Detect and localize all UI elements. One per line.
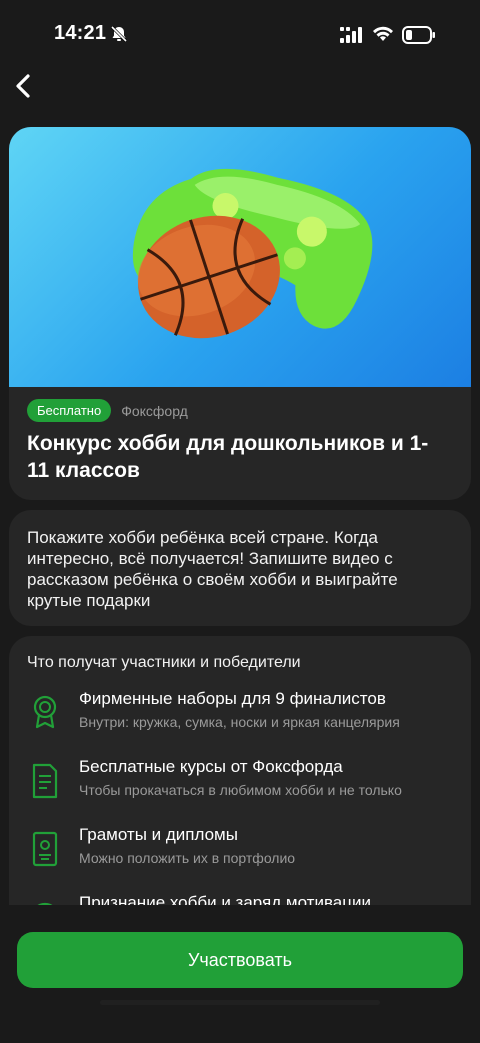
benefit-subtitle: Чтобы прокачаться в любимом хобби и не т… <box>79 782 402 798</box>
description-text: Покажите хобби ребёнка всей стране. Когд… <box>27 528 398 610</box>
participate-button[interactable]: Участвовать <box>17 932 463 988</box>
bell-muted-icon <box>110 25 128 43</box>
wifi-icon <box>373 26 393 41</box>
document-icon <box>32 763 58 799</box>
status-bar: 14:21 <box>0 0 480 72</box>
basketball-gamepad-illustration <box>132 168 373 339</box>
benefit-title: Бесплатные курсы от Фоксфорда <box>79 757 343 776</box>
page-title: Конкурс хобби для дошкольников и 1-11 кл… <box>27 432 429 482</box>
benefit-title: Фирменные наборы для 9 финалистов <box>79 689 386 708</box>
benefit-subtitle: Внутри: кружка, сумка, носки и яркая кан… <box>79 714 400 730</box>
signal-icon <box>340 27 362 43</box>
status-time: 14:21 <box>54 22 107 44</box>
battery-icon <box>402 26 435 44</box>
hero-card: Бесплатно Фоксфорд Конкурс хобби для дош… <box>9 127 471 500</box>
benefit-subtitle: Можно положить их в портфолио <box>79 850 296 866</box>
home-indicator <box>100 1000 380 1005</box>
back-chevron-icon[interactable] <box>12 72 36 100</box>
bottom-bar: Участвовать <box>0 905 480 1043</box>
description-card: Покажите хобби ребёнка всей стране. Когд… <box>9 510 471 626</box>
hero-image <box>9 127 471 387</box>
provider-label: Фоксфорд <box>121 402 188 419</box>
benefit-title: Грамоты и дипломы <box>79 825 238 844</box>
benefit-item: Бесплатные курсы от Фоксфорда Чтобы прок… <box>27 757 467 813</box>
benefits-card: Что получат участники и победители Фирме… <box>9 636 471 936</box>
certificate-icon <box>32 831 58 867</box>
benefit-item: Фирменные наборы для 9 финалистов Внутри… <box>27 689 467 745</box>
free-badge: Бесплатно <box>27 399 112 422</box>
benefits-title: Что получат участники и победители <box>27 654 301 671</box>
medal-icon <box>33 695 57 729</box>
benefit-item: Грамоты и дипломы Можно положить их в по… <box>27 825 467 881</box>
